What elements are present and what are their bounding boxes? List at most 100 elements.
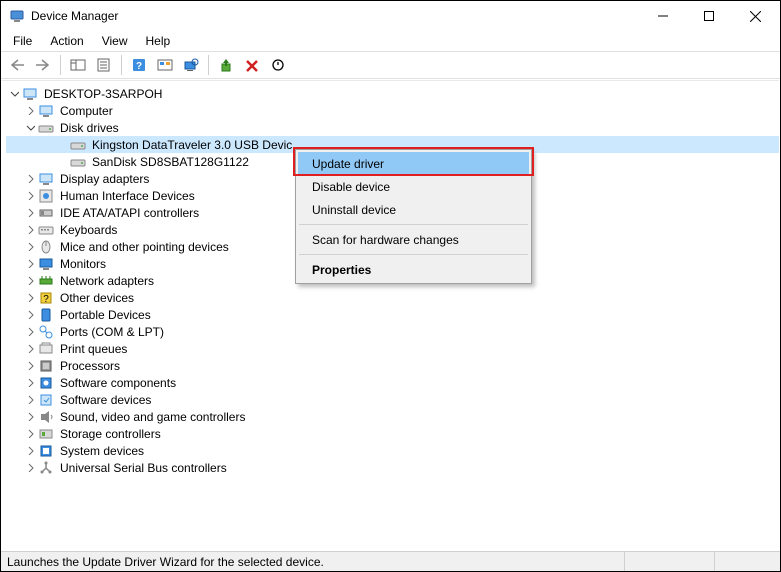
expand-icon[interactable] <box>22 341 38 357</box>
menu-disable-device[interactable]: Disable device <box>298 175 529 198</box>
status-text: Launches the Update Driver Wizard for th… <box>7 555 324 569</box>
category-icon <box>38 392 54 408</box>
disk-drive-icon <box>70 137 86 153</box>
expand-icon[interactable] <box>22 222 38 238</box>
tree-label: Software components <box>58 376 178 390</box>
context-menu: Update driver Disable device Uninstall d… <box>295 149 532 284</box>
tree-label: Ports (COM & LPT) <box>58 325 166 339</box>
tree-label: Disk drives <box>58 121 121 135</box>
status-pane <box>714 552 774 571</box>
tree-label: System devices <box>58 444 146 458</box>
computer-icon <box>22 86 38 102</box>
back-button[interactable] <box>5 53 29 77</box>
tree-category[interactable]: Storage controllers <box>6 425 779 442</box>
tree-category[interactable]: Ports (COM & LPT) <box>6 323 779 340</box>
tree-label: Display adapters <box>58 172 151 186</box>
tree-label: Network adapters <box>58 274 156 288</box>
expand-icon[interactable] <box>22 409 38 425</box>
tree-category[interactable]: Universal Serial Bus controllers <box>6 459 779 476</box>
toolbar-separator <box>121 55 122 75</box>
category-icon <box>38 358 54 374</box>
tree-category[interactable]: Sound, video and game controllers <box>6 408 779 425</box>
expand-icon[interactable] <box>22 273 38 289</box>
category-icon <box>38 426 54 442</box>
forward-button[interactable] <box>31 53 55 77</box>
show-hide-console-button[interactable] <box>66 53 90 77</box>
svg-text:?: ? <box>43 294 49 305</box>
tree-category[interactable]: Portable Devices <box>6 306 779 323</box>
tree-category[interactable]: Processors <box>6 357 779 374</box>
help-button[interactable]: ? <box>127 53 151 77</box>
category-icon <box>38 409 54 425</box>
computer-icon <box>38 103 54 119</box>
menu-file[interactable]: File <box>5 32 40 50</box>
expand-icon[interactable] <box>22 239 38 255</box>
scan-hardware-button[interactable] <box>179 53 203 77</box>
expand-icon[interactable] <box>22 103 38 119</box>
expand-icon[interactable] <box>22 358 38 374</box>
tree-label: Processors <box>58 359 122 373</box>
tree-label: Portable Devices <box>58 308 153 322</box>
minimize-button[interactable] <box>640 1 686 31</box>
tree-label: Keyboards <box>58 223 119 237</box>
expand-icon[interactable] <box>22 375 38 391</box>
expand-icon[interactable] <box>22 307 38 323</box>
maximize-button[interactable] <box>686 1 732 31</box>
menu-separator <box>299 254 528 255</box>
action-center-button[interactable] <box>153 53 177 77</box>
expand-icon[interactable] <box>22 426 38 442</box>
expand-icon[interactable] <box>22 324 38 340</box>
expand-icon[interactable] <box>22 460 38 476</box>
uninstall-device-button[interactable] <box>240 53 264 77</box>
toolbar: ? <box>1 51 780 79</box>
menu-help[interactable]: Help <box>138 32 179 50</box>
menu-separator <box>299 224 528 225</box>
category-icon <box>38 205 54 221</box>
menu-action[interactable]: Action <box>42 32 91 50</box>
category-icon: ? <box>38 290 54 306</box>
svg-text:?: ? <box>136 61 142 72</box>
category-icon <box>38 443 54 459</box>
tree-category[interactable]: Software components <box>6 374 779 391</box>
tree-category[interactable]: ?Other devices <box>6 289 779 306</box>
category-icon <box>38 256 54 272</box>
menu-update-driver[interactable]: Update driver <box>298 152 529 175</box>
category-icon <box>38 324 54 340</box>
expand-icon[interactable] <box>22 443 38 459</box>
properties-button[interactable] <box>92 53 116 77</box>
tree-label: DESKTOP-3SARPOH <box>42 87 164 101</box>
disk-drive-icon <box>70 154 86 170</box>
status-pane <box>624 552 714 571</box>
menu-scan-hardware[interactable]: Scan for hardware changes <box>298 228 529 251</box>
menubar: File Action View Help <box>1 31 780 51</box>
collapse-icon[interactable] <box>6 86 22 102</box>
menu-properties[interactable]: Properties <box>298 258 529 281</box>
expand-icon[interactable] <box>22 290 38 306</box>
expand-icon[interactable] <box>22 171 38 187</box>
menu-view[interactable]: View <box>94 32 136 50</box>
category-icon <box>38 341 54 357</box>
window-title: Device Manager <box>31 9 640 23</box>
tree-category-computer[interactable]: Computer <box>6 102 779 119</box>
category-icon <box>38 307 54 323</box>
tree-label: SanDisk SD8SBAT128G1122 <box>90 155 251 169</box>
tree-root[interactable]: DESKTOP-3SARPOH <box>6 85 779 102</box>
collapse-icon[interactable] <box>22 120 38 136</box>
close-button[interactable] <box>732 1 778 31</box>
tree-category[interactable]: Software devices <box>6 391 779 408</box>
tree-category-disk-drives[interactable]: Disk drives <box>6 119 779 136</box>
expand-icon[interactable] <box>22 392 38 408</box>
update-driver-button[interactable] <box>214 53 238 77</box>
tree-label: IDE ATA/ATAPI controllers <box>58 206 201 220</box>
category-icon <box>38 375 54 391</box>
tree-category[interactable]: System devices <box>6 442 779 459</box>
expand-icon[interactable] <box>22 256 38 272</box>
device-manager-icon <box>9 8 25 24</box>
tree-label: Print queues <box>58 342 129 356</box>
category-icon <box>38 460 54 476</box>
disable-device-button[interactable] <box>266 53 290 77</box>
expand-icon[interactable] <box>22 205 38 221</box>
tree-category[interactable]: Print queues <box>6 340 779 357</box>
expand-icon[interactable] <box>22 188 38 204</box>
menu-uninstall-device[interactable]: Uninstall device <box>298 198 529 221</box>
